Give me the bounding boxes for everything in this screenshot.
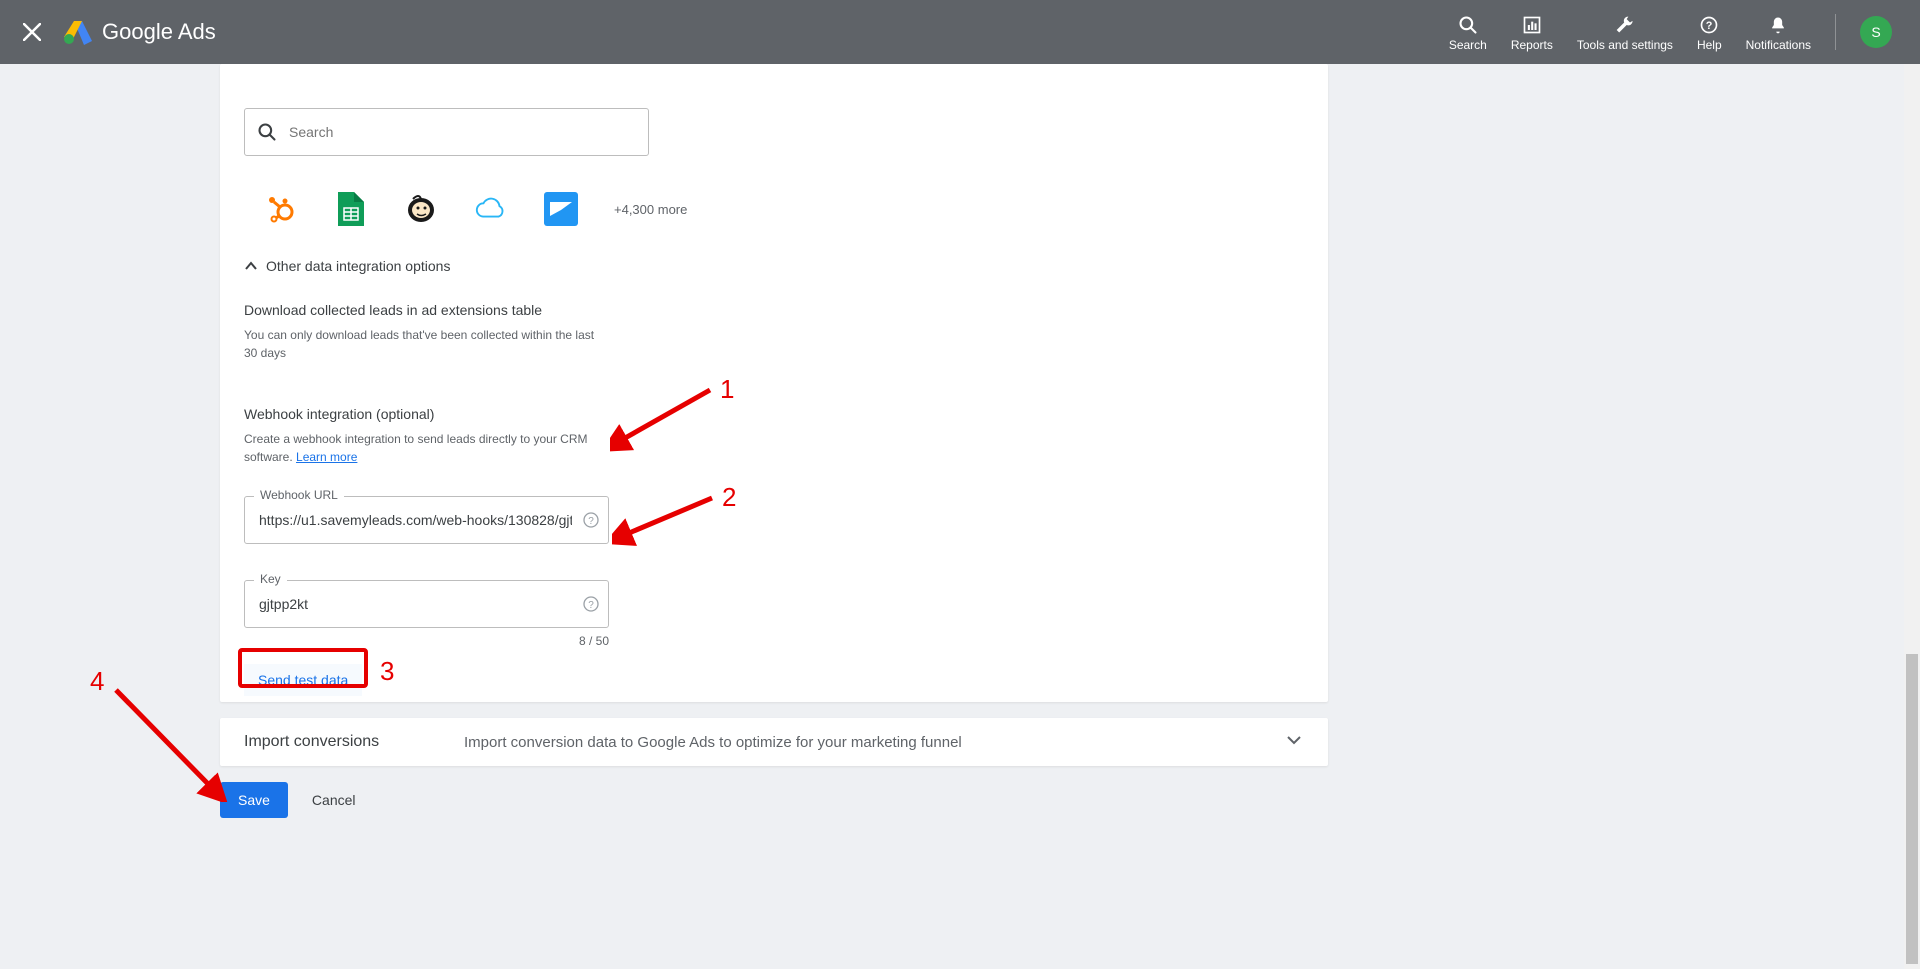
svg-text:?: ?: [588, 600, 594, 611]
save-button[interactable]: Save: [220, 782, 288, 818]
vertical-scrollbar[interactable]: [1904, 64, 1920, 969]
other-options-toggle[interactable]: Other data integration options: [244, 258, 1304, 274]
annotation-number-4: 4: [90, 666, 104, 697]
close-icon: [23, 23, 41, 41]
annotation-number-3: 3: [380, 656, 394, 687]
import-conversions-title: Import conversions: [244, 733, 464, 751]
integrations-row: +4,300 more: [264, 192, 1304, 226]
download-section-title: Download collected leads in ad extension…: [244, 302, 1304, 318]
key-char-count: 8 / 50: [244, 634, 609, 648]
annotation-number-2: 2: [722, 482, 736, 513]
integration-search-box[interactable]: [244, 108, 649, 156]
cloud-icon[interactable]: [474, 192, 508, 226]
topbar-search[interactable]: Search: [1437, 0, 1499, 64]
webhook-url-input[interactable]: [244, 496, 609, 544]
more-integrations-link[interactable]: +4,300 more: [614, 202, 687, 217]
webhook-url-field: Webhook URL ?: [244, 496, 609, 544]
topbar-notifications[interactable]: Notifications: [1734, 0, 1823, 64]
close-button[interactable]: [0, 0, 64, 64]
help-icon: ?: [1699, 13, 1719, 37]
annotation-number-1: 1: [720, 374, 734, 405]
svg-text:?: ?: [588, 516, 594, 527]
import-conversions-panel[interactable]: Import conversions Import conversion dat…: [220, 718, 1328, 766]
google-ads-logo-icon: [64, 19, 92, 45]
learn-more-link[interactable]: Learn more: [296, 450, 357, 464]
webhook-key-label: Key: [254, 572, 287, 586]
product-name: Google Ads: [102, 19, 216, 45]
import-conversions-desc: Import conversion data to Google Ads to …: [464, 734, 1284, 751]
chevron-down-icon[interactable]: [1284, 730, 1304, 755]
webhook-key-field: Key ?: [244, 580, 609, 628]
topbar-reports[interactable]: Reports: [1499, 0, 1565, 64]
page-body: +4,300 more Other data integration optio…: [0, 64, 1920, 969]
webhook-section-desc: Create a webhook integration to send lea…: [244, 430, 604, 466]
annotation-arrow-4: [108, 682, 228, 802]
topbar-tools[interactable]: Tools and settings: [1565, 0, 1685, 64]
webhook-url-label: Webhook URL: [254, 488, 344, 502]
google-sheets-icon[interactable]: [334, 192, 368, 226]
hubspot-icon[interactable]: [264, 192, 298, 226]
user-avatar[interactable]: S: [1860, 16, 1892, 48]
chevron-up-icon: [244, 259, 258, 273]
bell-icon: [1768, 13, 1788, 37]
webhook-key-input[interactable]: [244, 580, 609, 628]
product-logo: Google Ads: [64, 19, 216, 45]
cancel-button[interactable]: Cancel: [312, 792, 356, 808]
topbar-actions: Search Reports Tools and settings ? Help…: [1437, 0, 1896, 64]
send-test-data-button[interactable]: Send test data: [244, 664, 362, 696]
action-bar: Save Cancel: [220, 782, 356, 818]
topbar-help[interactable]: ? Help: [1685, 0, 1734, 64]
svg-text:?: ?: [1706, 20, 1713, 32]
webhook-key-help-icon[interactable]: ?: [583, 596, 599, 612]
webhook-section-title: Webhook integration (optional): [244, 406, 1304, 422]
download-section-desc: You can only download leads that've been…: [244, 326, 604, 362]
mailchimp-icon[interactable]: [404, 192, 438, 226]
search-icon: [1458, 13, 1478, 37]
integration-search-input[interactable]: [289, 124, 636, 140]
scrollbar-thumb[interactable]: [1906, 654, 1918, 964]
campaign-monitor-icon[interactable]: [544, 192, 578, 226]
search-icon: [257, 122, 277, 142]
webhook-url-help-icon[interactable]: ?: [583, 512, 599, 528]
lead-form-panel: +4,300 more Other data integration optio…: [220, 64, 1328, 702]
wrench-icon: [1615, 13, 1635, 37]
reports-icon: [1522, 13, 1542, 37]
topbar: Google Ads Search Reports Tools and sett…: [0, 0, 1920, 64]
topbar-divider: [1835, 14, 1836, 50]
